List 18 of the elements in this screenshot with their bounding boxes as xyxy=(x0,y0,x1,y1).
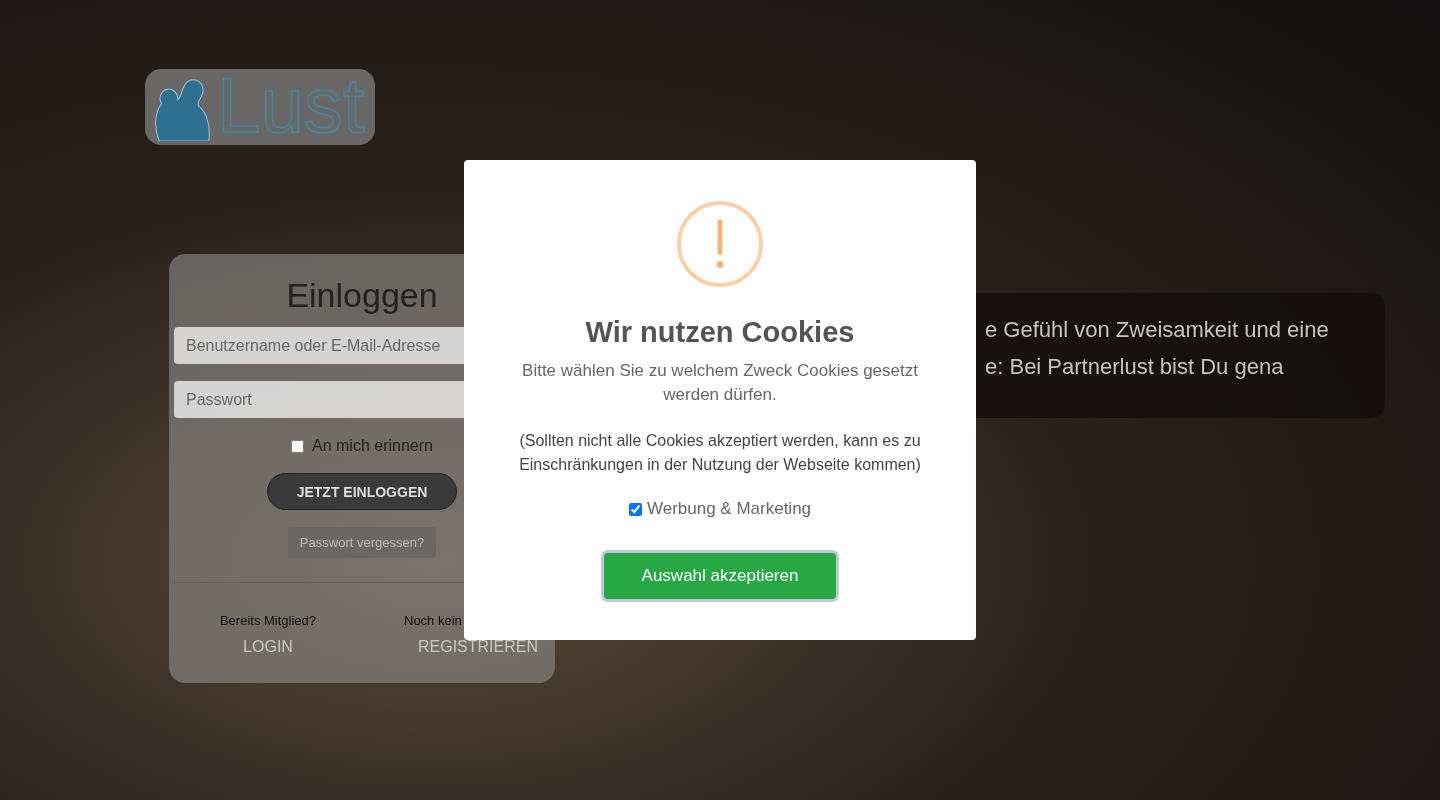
login-title: Einloggen xyxy=(286,276,438,315)
dialog-note: (Sollten nicht alle Cookies akzeptiert werden, kann es zu Einschränkungen in der Nutzung der Webseite kommen) xyxy=(518,431,922,475)
cookie-option-label: Werbung & Marketing xyxy=(646,499,812,519)
link-caption: Bereits Mitglied? xyxy=(219,613,317,628)
forgot-password-button[interactable]: Passwort vergessen? xyxy=(287,527,437,558)
warning-icon xyxy=(676,200,764,288)
login-button[interactable]: JETZT EINLOGGEN xyxy=(267,473,457,510)
remember-label: An mich erinnern xyxy=(312,437,433,455)
logo-text: Lust xyxy=(217,69,365,141)
dialog-title: Wir nutzen Cookies xyxy=(585,316,855,349)
cookie-checkbox[interactable] xyxy=(628,502,642,516)
remember-checkbox[interactable] xyxy=(291,439,304,453)
accept-button[interactable]: Auswahl akzeptieren xyxy=(604,553,836,599)
nav-link[interactable]: REGISTRIEREN xyxy=(418,638,538,656)
link-caption: Noch kein xyxy=(404,613,462,628)
intro-text: e Gefühl von Zweisamkeit und eine xyxy=(985,317,1330,343)
nav-link[interactable]: LOGIN xyxy=(243,638,293,656)
intro-text: e: Bei Partnerlust bist Du gena xyxy=(985,354,1285,380)
